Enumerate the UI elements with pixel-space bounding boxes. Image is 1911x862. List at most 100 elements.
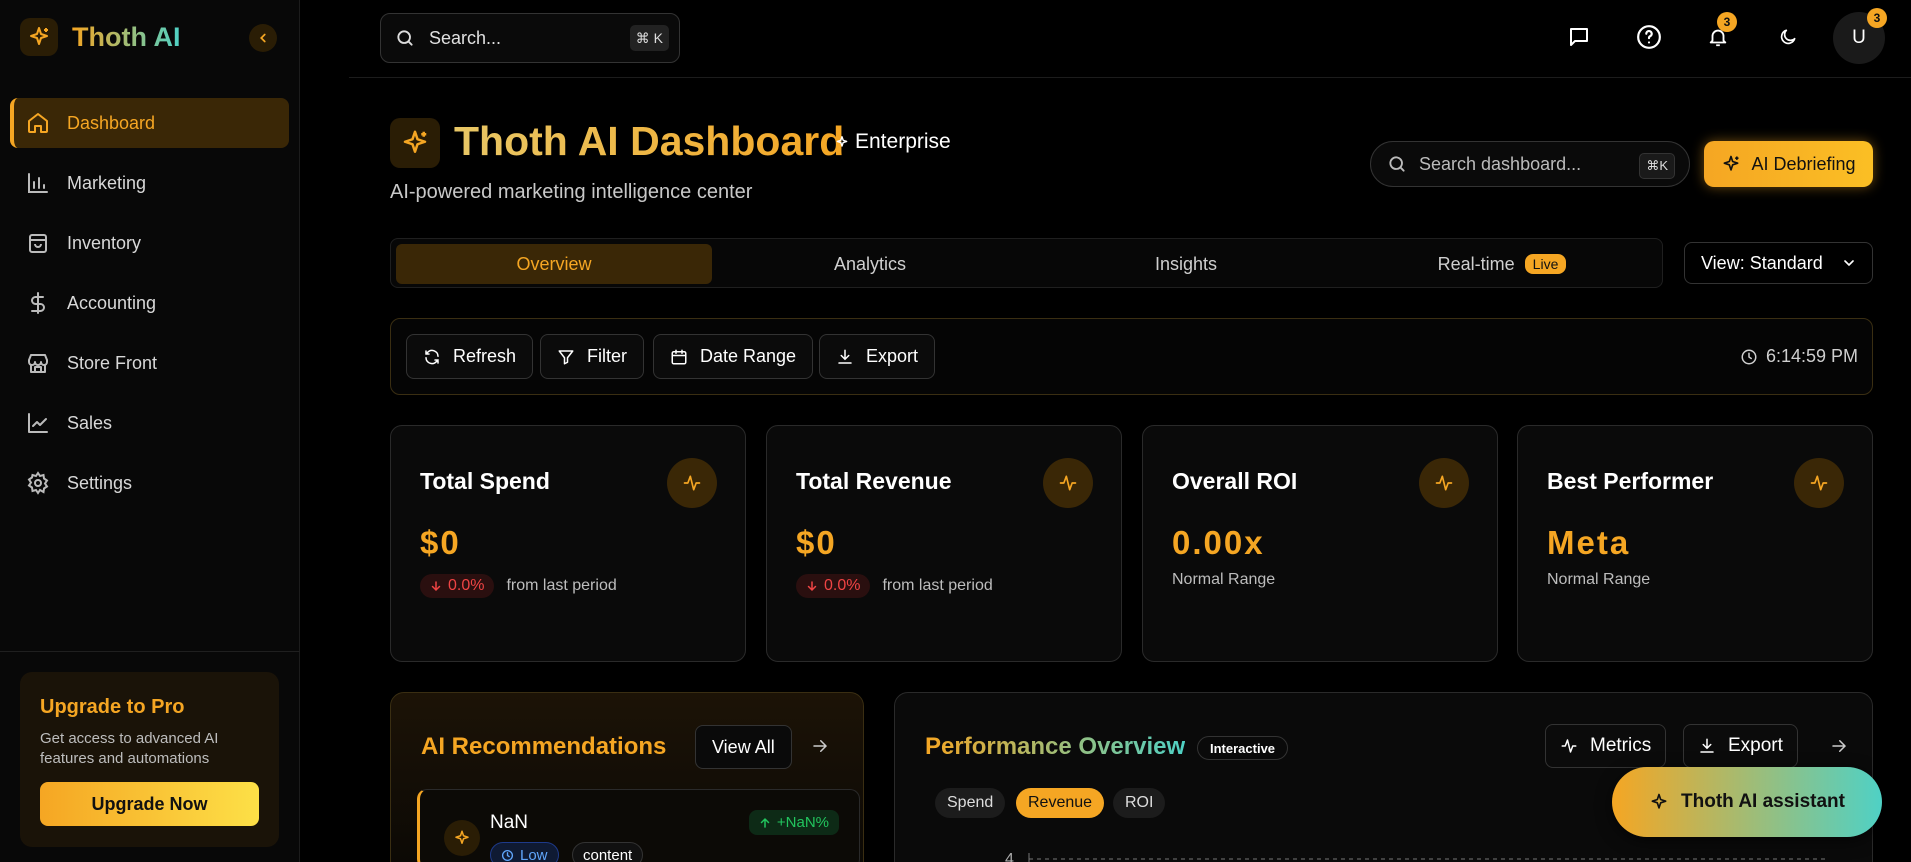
recommendation-title: NaN	[490, 812, 529, 833]
delta-note: from last period	[506, 577, 617, 594]
upgrade-title: Upgrade to Pro	[40, 696, 185, 718]
activity-icon	[1419, 458, 1469, 508]
arrow-right-icon[interactable]	[1830, 737, 1848, 755]
change-value: +NaN%	[776, 814, 829, 831]
line-chart-icon	[28, 413, 48, 433]
tab-overview[interactable]: Overview	[396, 244, 712, 284]
dashboard-search-input[interactable]: Search dashboard... ⌘K	[1370, 141, 1690, 187]
sidebar-item-marketing[interactable]: Marketing	[10, 158, 289, 208]
view-select-value: View: Standard	[1701, 252, 1823, 273]
timestamp-value: 6:14:59 PM	[1765, 346, 1858, 366]
metric-card-total-spend: Total Spend $0 0.0% from last period	[390, 425, 746, 662]
sidebar-item-dashboard[interactable]: Dashboard	[10, 98, 289, 148]
refresh-icon	[425, 349, 439, 364]
ai-assistant-button[interactable]: Thoth AI assistant	[1612, 767, 1882, 837]
metric-card-total-revenue: Total Revenue $0 0.0% from last period	[766, 425, 1122, 662]
help-icon	[1637, 25, 1661, 49]
view-all-button[interactable]: View All	[695, 725, 792, 769]
sparkles-icon	[1651, 793, 1667, 809]
sidebar-item-label: Inventory	[67, 232, 142, 253]
chip-revenue[interactable]: Revenue	[1016, 788, 1105, 818]
chip-roi[interactable]: ROI	[1113, 788, 1166, 818]
bar-chart-icon	[28, 173, 48, 193]
brand[interactable]: Thoth AI	[20, 18, 180, 56]
gear-icon	[27, 471, 49, 495]
enterprise-badge: Enterprise	[835, 130, 951, 154]
arrow-down-icon	[431, 581, 441, 592]
ai-debriefing-button[interactable]: AI Debriefing	[1704, 141, 1873, 187]
delta-note: from last period	[882, 577, 993, 594]
tab-label: Overview	[516, 253, 592, 274]
date-range-button[interactable]: Date Range	[653, 334, 814, 379]
metrics-label: Metrics	[1590, 735, 1652, 756]
delta-value: 0.0%	[448, 577, 485, 594]
sidebar: Thoth AI Dashboard Marketing Inventory A…	[0, 0, 300, 862]
sidebar-item-label: Store Front	[67, 352, 158, 373]
shopping-bag-icon	[29, 234, 47, 253]
metric-note: Normal Range	[1547, 571, 1651, 588]
performance-export-button[interactable]: Export	[1683, 724, 1798, 768]
filter-label: Filter	[587, 346, 627, 366]
tab-label: Real-time	[1437, 253, 1515, 274]
metric-title: Total Revenue	[796, 468, 952, 494]
ai-debriefing-label: AI Debriefing	[1751, 153, 1856, 174]
brand-name: Thoth AI	[72, 21, 181, 52]
refresh-button[interactable]: Refresh	[406, 334, 534, 379]
metric-title: Overall ROI	[1172, 468, 1298, 494]
sidebar-item-label: Dashboard	[67, 112, 156, 133]
filter-button[interactable]: Filter	[540, 334, 644, 379]
sparkles-icon	[1723, 155, 1739, 171]
recommendation-item[interactable]: NaN +NaN% Low content	[417, 789, 860, 862]
sidebar-item-settings[interactable]: Settings	[10, 458, 289, 508]
tab-real-time[interactable]: Real-time Live	[1344, 244, 1660, 284]
recommendation-change: +NaN%	[748, 810, 839, 835]
sidebar-item-sales[interactable]: Sales	[10, 398, 289, 448]
theme-toggle-button[interactable]	[1771, 20, 1805, 54]
global-search-input[interactable]: Search... ⌘ K	[380, 13, 680, 63]
recommendations-title: AI Recommendations	[421, 733, 667, 760]
date-range-label: Date Range	[700, 346, 797, 366]
metrics-button[interactable]: Metrics	[1545, 724, 1667, 768]
export-button[interactable]: Export	[819, 334, 936, 379]
enterprise-label: Enterprise	[855, 130, 951, 153]
upgrade-card: Upgrade to Pro Get access to advanced AI…	[20, 672, 279, 847]
tab-insights[interactable]: Insights	[1028, 244, 1344, 284]
dollar-icon	[31, 292, 45, 314]
action-toolbar: Refresh Filter Date Range Export 6:14:59…	[390, 318, 1873, 395]
metric-delta: 0.0% from last period	[420, 574, 617, 598]
sidebar-item-accounting[interactable]: Accounting	[10, 278, 289, 328]
performance-title: Performance Overview	[925, 733, 1186, 760]
view-select[interactable]: View: Standard	[1684, 242, 1873, 284]
help-button[interactable]	[1632, 20, 1666, 54]
export-label: Export	[866, 346, 919, 366]
clock-icon	[1741, 349, 1757, 364]
chevron-down-icon	[1843, 260, 1854, 267]
tab-label: Analytics	[833, 253, 907, 274]
notifications-button[interactable]: 3	[1701, 12, 1737, 54]
ai-recommendations-panel: AI Recommendations View All NaN +NaN% Lo…	[390, 692, 864, 862]
home-icon	[28, 113, 48, 133]
metric-value: 0.00x	[1172, 524, 1265, 561]
chat-icon	[1570, 28, 1588, 46]
arrow-right-icon[interactable]	[811, 737, 829, 755]
tab-analytics[interactable]: Analytics	[712, 244, 1028, 284]
dashboard-logo	[390, 118, 440, 168]
collapse-sidebar-button[interactable]	[249, 24, 277, 52]
metric-title: Best Performer	[1547, 468, 1714, 494]
clock-icon	[501, 849, 514, 861]
metric-card-best-performer: Best Performer Meta Normal Range	[1517, 425, 1873, 662]
metric-delta: 0.0% from last period	[796, 574, 993, 598]
upgrade-now-button[interactable]: Upgrade Now	[40, 782, 259, 826]
sidebar-item-store-front[interactable]: Store Front	[10, 338, 289, 388]
upgrade-description: Get access to advanced AI features and a…	[40, 730, 219, 767]
chip-spend[interactable]: Spend	[935, 788, 1006, 818]
chat-button[interactable]	[1562, 20, 1596, 54]
sidebar-item-inventory[interactable]: Inventory	[10, 218, 289, 268]
page-subtitle: AI-powered marketing intelligence center	[390, 181, 753, 203]
performance-chart: 4	[1005, 851, 1825, 862]
refresh-label: Refresh	[453, 346, 517, 366]
delta-pill: 0.0%	[420, 574, 495, 598]
activity-icon	[1561, 739, 1577, 753]
sidebar-nav: Dashboard Marketing Inventory Accounting…	[10, 98, 289, 518]
user-avatar[interactable]: U 3	[1833, 8, 1887, 64]
